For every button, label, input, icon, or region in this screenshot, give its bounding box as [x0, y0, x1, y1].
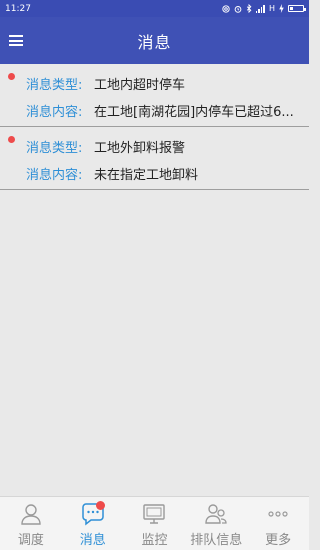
notification-badge [95, 501, 105, 510]
battery-icon [288, 5, 306, 12]
more-dots-icon [268, 511, 288, 517]
tab-monitor[interactable]: 监控 [124, 497, 186, 550]
tab-messages[interactable]: 消息 [62, 497, 124, 550]
monitor-icon [143, 504, 166, 524]
at-icon [222, 4, 230, 13]
message-content-value: 未在指定工地卸料 [94, 168, 199, 183]
tab-label: 消息 [79, 533, 106, 548]
message-content-label: 消息内容: [26, 168, 83, 183]
page-title: 消息 [137, 32, 172, 52]
bluetooth-icon [246, 4, 252, 13]
message-content-value: 在工地[南湖花园]内停车已超过6... [94, 105, 294, 120]
message-type-label: 消息类型: [26, 141, 83, 156]
message-type-row: 消息类型: 工地内超时停车 [26, 70, 301, 97]
message-type-label: 消息类型: [26, 78, 83, 93]
message-type-value: 工地外卸料报警 [94, 141, 186, 156]
message-list: 消息类型: 工地内超时停车 消息内容: 在工地[南湖花园]内停车已超过6... … [0, 64, 309, 190]
tab-label: 调度 [17, 533, 44, 548]
charging-icon [279, 4, 284, 13]
people-icon [205, 504, 227, 524]
message-item[interactable]: 消息类型: 工地外卸料报警 消息内容: 未在指定工地卸料 [0, 127, 309, 190]
tab-label: 更多 [265, 533, 292, 548]
menu-icon[interactable] [9, 35, 23, 46]
message-type-value: 工地内超时停车 [94, 78, 186, 93]
tab-queue-info[interactable]: 排队信息 [185, 497, 247, 550]
message-type-row: 消息类型: 工地外卸料报警 [26, 133, 301, 160]
tab-label: 监控 [141, 533, 168, 548]
unread-dot [8, 73, 15, 80]
bottom-tab-bar: 调度 消息 监控 排队信息 更多 [0, 496, 309, 550]
network-type: H [268, 4, 275, 13]
message-content-label: 消息内容: [26, 105, 83, 120]
tab-dispatch[interactable]: 调度 [0, 497, 62, 550]
person-icon [21, 504, 41, 525]
tab-label: 排队信息 [190, 533, 243, 548]
signal-icon [255, 4, 265, 13]
status-time: 11:27 [5, 3, 31, 14]
status-bar: 11:27 H [0, 0, 309, 17]
status-icons: H [222, 4, 306, 13]
app-bar: 消息 [0, 17, 309, 64]
tab-more[interactable]: 更多 [247, 497, 309, 550]
alarm-icon [234, 5, 242, 13]
message-content-row: 消息内容: 未在指定工地卸料 [26, 160, 301, 187]
message-item[interactable]: 消息类型: 工地内超时停车 消息内容: 在工地[南湖花园]内停车已超过6... [0, 64, 309, 127]
unread-dot [8, 136, 15, 143]
message-content-row: 消息内容: 在工地[南湖花园]内停车已超过6... [26, 97, 301, 124]
